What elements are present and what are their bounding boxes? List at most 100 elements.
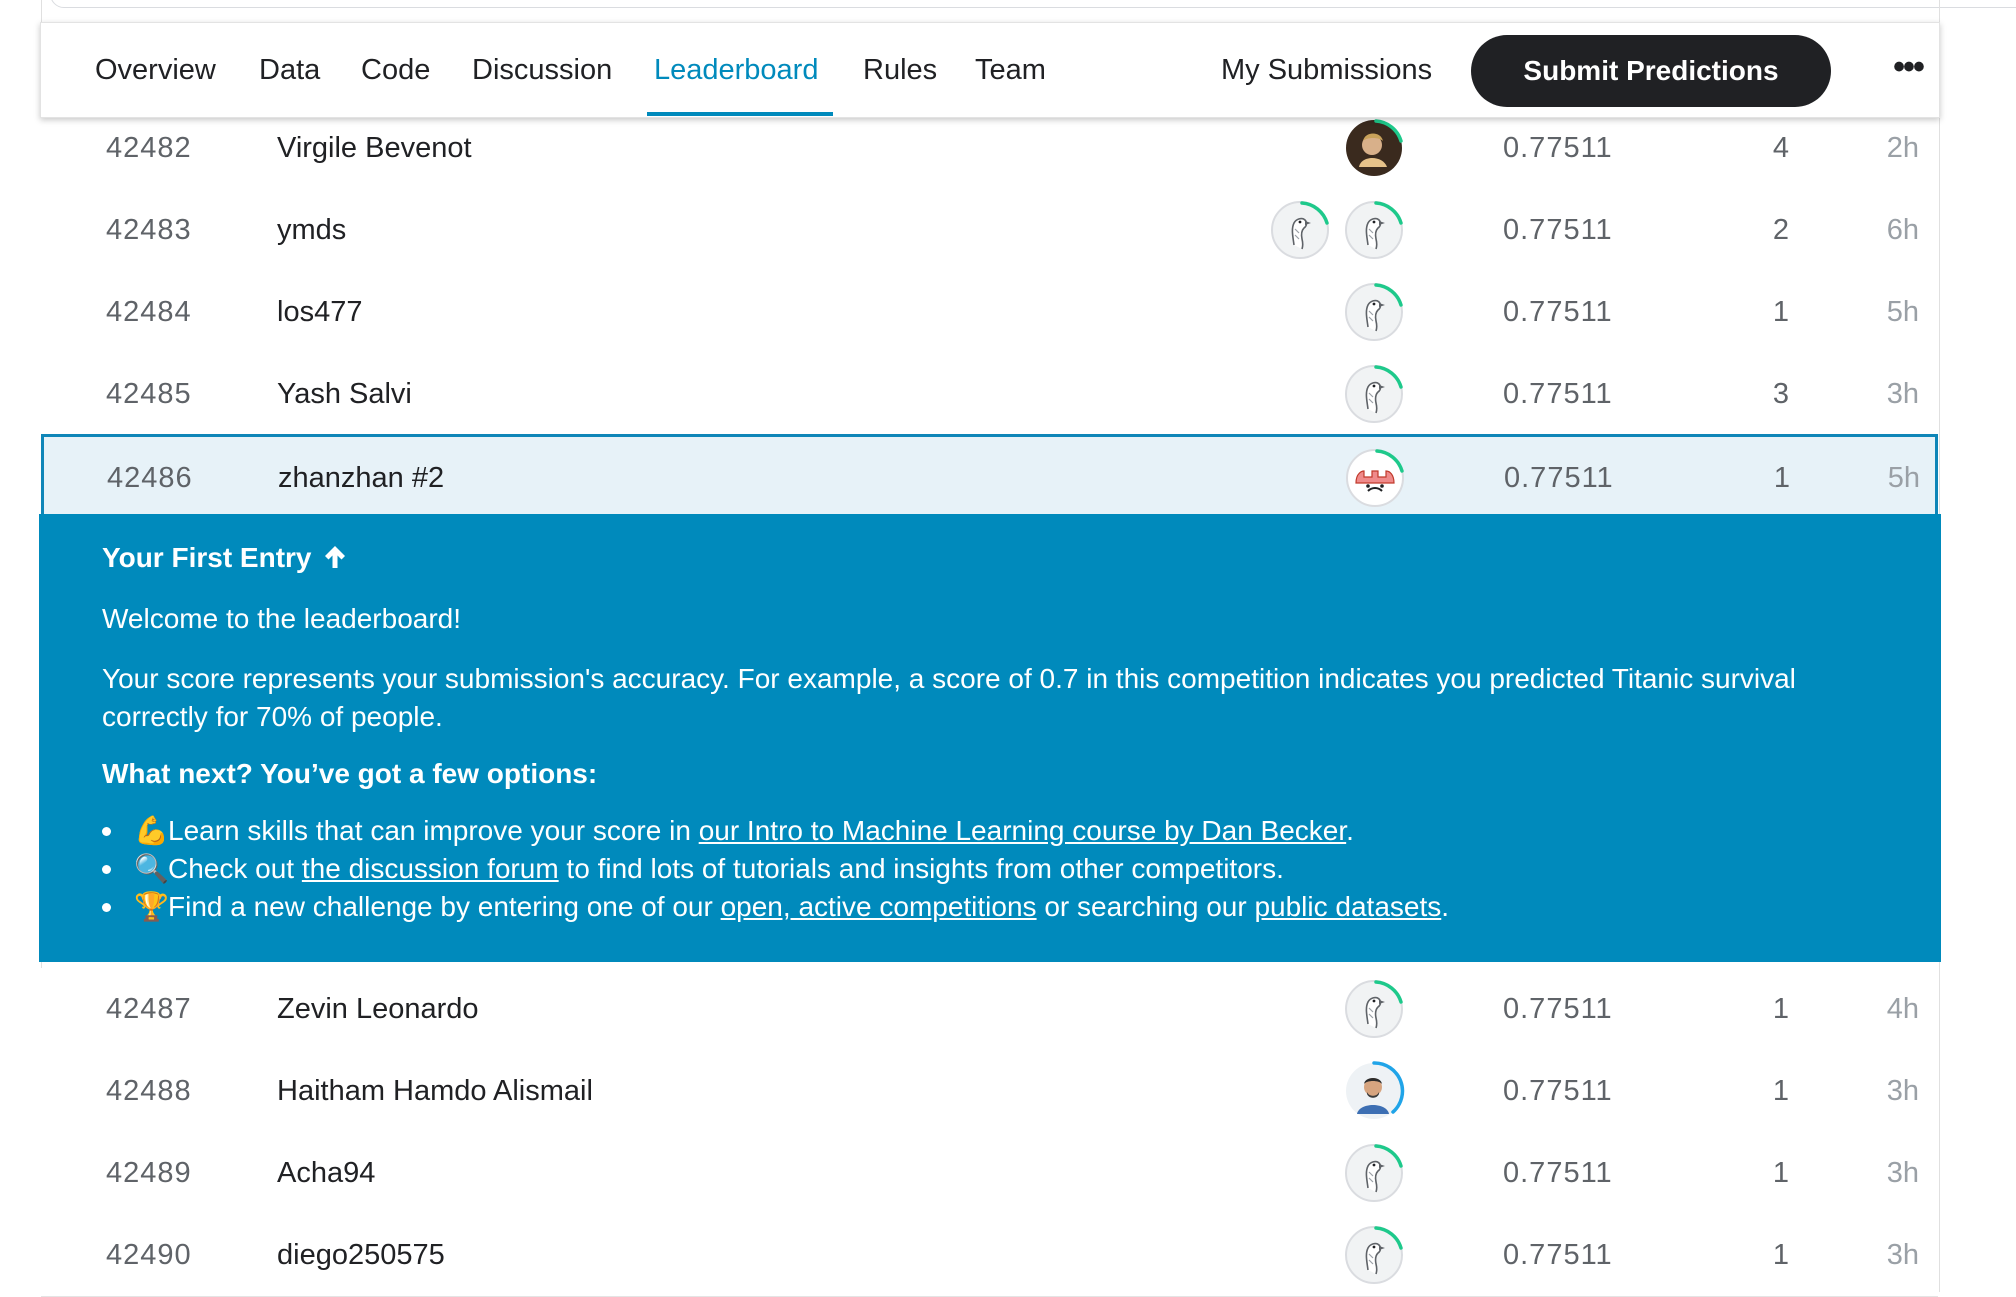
list-item: 💪Learn skills that can improve your scor… [102,812,1941,850]
bullet-text: Find a new challenge by entering one of … [168,891,721,922]
team-member-avatar[interactable] [1343,117,1405,179]
team-member-avatar[interactable] [1343,363,1405,425]
score-cell: 0.77511 [1503,1157,1613,1189]
team-member-avatar[interactable] [1343,199,1405,261]
public-datasets-link[interactable]: public datasets [1254,891,1441,922]
score-cell: 0.77511 [1503,296,1613,328]
flexed-biceps-icon: 💪 [134,815,169,846]
discussion-forum-link[interactable]: the discussion forum [302,853,559,884]
last-submission-cell: 3h [1886,378,1919,410]
team-name[interactable]: Yash Salvi [277,353,412,435]
last-submission-cell: 3h [1886,1239,1919,1271]
entries-cell: 2 [1772,214,1790,246]
table-row[interactable]: 42488 Haitham Hamdo Alismail 0.77511 1 3h [41,1050,1938,1133]
table-row[interactable]: 42489 Acha94 0.77511 1 3h [41,1132,1938,1215]
table-row-current-user[interactable]: 42486 zhanzhan #2 0.77511 1 5h [41,434,1938,518]
bullet-text: . [1441,891,1450,922]
team-name[interactable]: ymds [277,189,346,271]
rank-cell: 42485 [106,378,192,410]
team-name[interactable]: Acha94 [277,1132,375,1214]
team-member-avatar[interactable] [1343,978,1405,1040]
active-competitions-link[interactable]: open, active competitions [721,891,1037,922]
bullet-text: Learn skills that can improve your score… [168,815,699,846]
tab-code[interactable]: Code [361,23,430,117]
table-row[interactable]: 42483 ymds 0.77511 2 6h [41,189,1938,272]
last-submission-cell: 5h [1886,296,1919,328]
team-name[interactable]: zhanzhan #2 [278,437,444,519]
rank-cell: 42490 [106,1239,192,1271]
score-cell: 0.77511 [1503,378,1613,410]
team-name[interactable]: Virgile Bevenot [277,107,472,189]
team-member-avatar[interactable] [1343,281,1405,343]
active-tab-indicator [647,112,833,116]
rank-cell: 42487 [106,993,192,1025]
team-name[interactable]: Zevin Leonardo [277,968,479,1050]
score-cell: 0.77511 [1503,132,1613,164]
team-member-avatar[interactable] [1343,1142,1405,1204]
last-submission-cell: 4h [1886,993,1919,1025]
rank-cell: 42488 [106,1075,192,1107]
trophy-icon: 🏆 [134,891,169,922]
entries-cell: 1 [1772,1157,1790,1189]
entries-cell: 4 [1772,132,1790,164]
tab-leaderboard[interactable]: Leaderboard [654,23,818,117]
arrow-up-icon [325,546,346,568]
submit-predictions-button[interactable]: Submit Predictions [1471,35,1831,107]
bullet-text: Check out [168,853,302,884]
table-row[interactable]: 42485 Yash Salvi 0.77511 3 3h [41,353,1938,436]
last-submission-cell: 6h [1886,214,1919,246]
team-member-avatar[interactable] [1344,447,1406,509]
tab-rules[interactable]: Rules [863,23,937,117]
tab-team[interactable]: Team [975,23,1046,117]
last-submission-cell: 5h [1887,462,1920,494]
team-name[interactable]: Haitham Hamdo Alismail [277,1050,593,1132]
panel-title-text: Your First Entry [102,542,312,573]
rank-cell: 42484 [106,296,192,328]
tab-overview[interactable]: Overview [95,23,216,117]
options-list: 💪Learn skills that can improve your scor… [102,812,1941,926]
entries-cell: 1 [1772,993,1790,1025]
last-submission-cell: 2h [1886,132,1919,164]
rank-cell: 42482 [106,132,192,164]
last-submission-cell: 3h [1886,1157,1919,1189]
competition-nav-bar: Overview Data Code Discussion Leaderboar… [40,22,1940,118]
first-entry-panel: Your First Entry Welcome to the leaderbo… [39,514,1941,962]
rank-cell: 42489 [106,1157,192,1189]
team-member-avatar[interactable] [1343,1060,1405,1122]
welcome-text: Welcome to the leaderboard! [102,603,462,634]
rank-cell: 42486 [107,462,193,494]
score-cell: 0.77511 [1503,993,1613,1025]
list-item: 🏆Find a new challenge by entering one of… [102,888,1941,926]
next-options-heading: What next? You’ve got a few options: [102,758,598,789]
bullet-text: or searching our [1036,891,1255,922]
intro-ml-course-link[interactable]: our Intro to Machine Learning course by … [699,815,1346,846]
team-member-avatar[interactable] [1343,1224,1405,1286]
table-row[interactable]: 42482 Virgile Bevenot 0.77511 4 2h [41,107,1938,190]
table-row[interactable]: 42487 Zevin Leonardo 0.77511 1 4h [41,968,1938,1051]
entries-cell: 1 [1772,296,1790,328]
score-cell: 0.77511 [1504,462,1614,494]
tab-data[interactable]: Data [259,23,320,117]
team-name[interactable]: los477 [277,271,362,353]
more-options-icon[interactable]: ••• [1883,45,1933,95]
panel-title: Your First Entry [102,542,1941,576]
my-submissions-link[interactable]: My Submissions [1221,23,1432,117]
entries-cell: 1 [1772,1239,1790,1271]
last-submission-cell: 3h [1886,1075,1919,1107]
rank-cell: 42483 [106,214,192,246]
score-cell: 0.77511 [1503,1239,1613,1271]
table-row[interactable]: 42490 diego250575 0.77511 1 3h [41,1214,1938,1297]
entries-cell: 1 [1772,1075,1790,1107]
entries-cell: 3 [1772,378,1790,410]
entries-cell: 1 [1773,462,1791,494]
tab-discussion[interactable]: Discussion [472,23,612,117]
bullet-text: . [1346,815,1354,846]
team-name[interactable]: diego250575 [277,1214,445,1296]
list-item: 🔍Check out the discussion forum to find … [102,850,1941,888]
team-member-avatar[interactable] [1269,199,1331,261]
magnifier-icon: 🔍 [134,853,169,884]
bullet-text: to find lots of tutorials and insights f… [558,853,1284,884]
table-row[interactable]: 42484 los477 0.77511 1 5h [41,271,1938,354]
score-cell: 0.77511 [1503,1075,1613,1107]
score-cell: 0.77511 [1503,214,1613,246]
